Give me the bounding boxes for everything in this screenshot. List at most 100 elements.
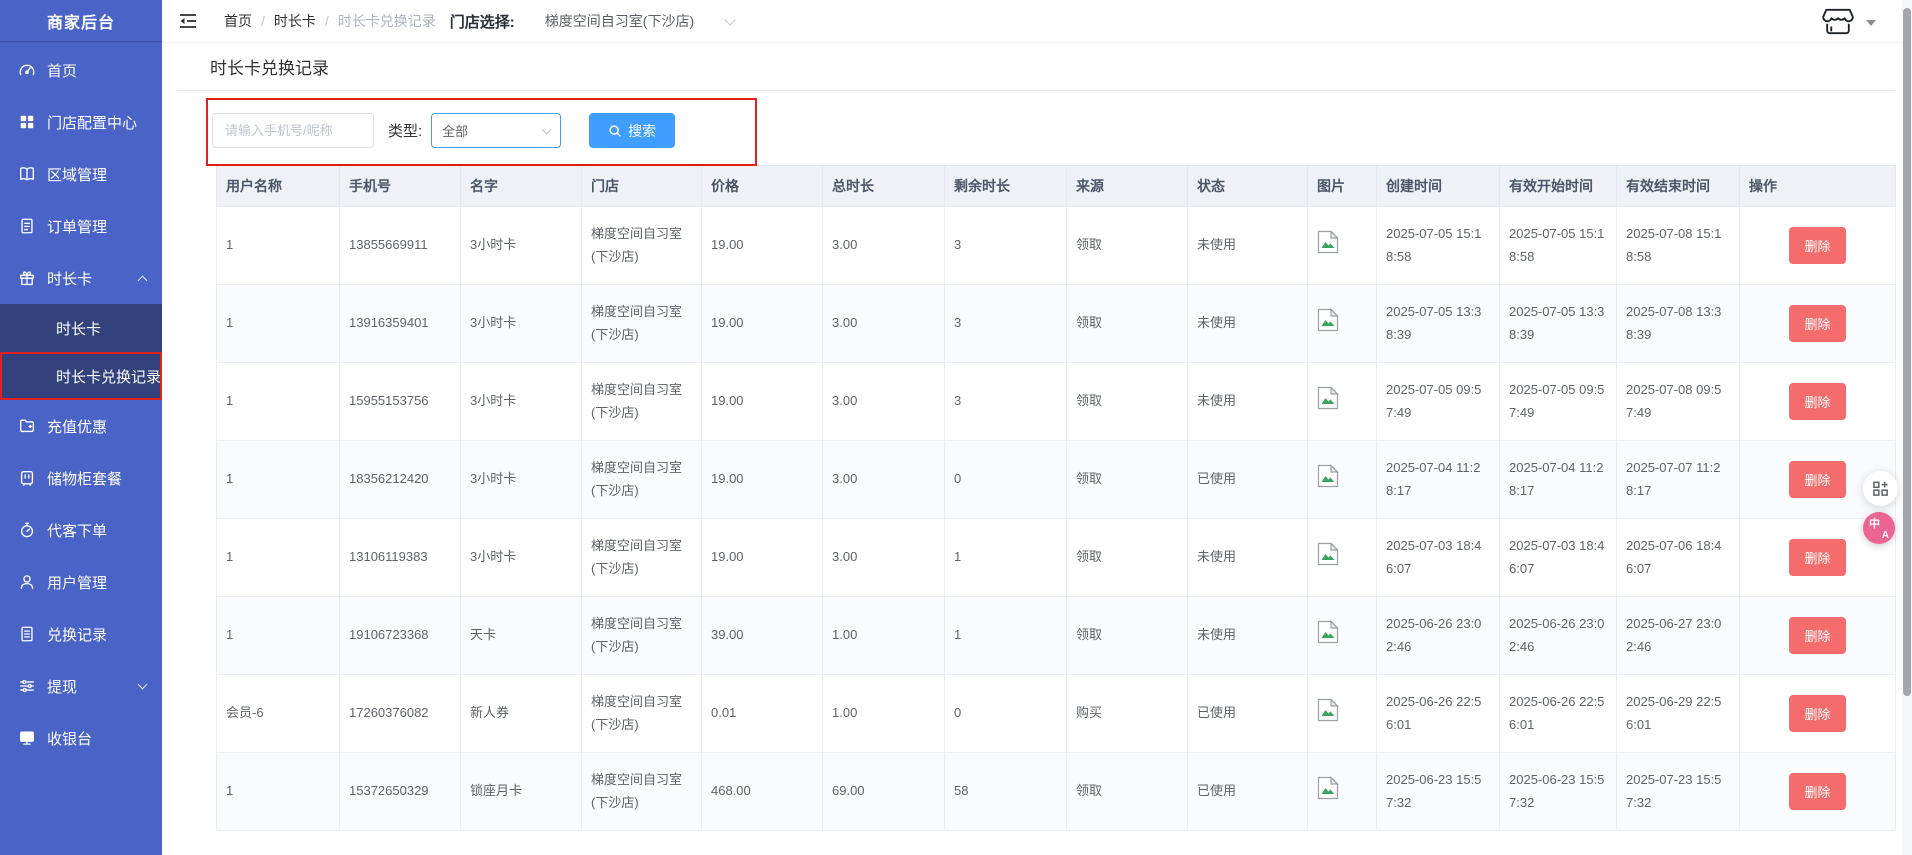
column-header-8: 来源	[1067, 166, 1188, 207]
sidebar-item-1[interactable]: 首页	[0, 44, 162, 96]
sliders-icon	[18, 677, 36, 695]
broken-image-icon	[1317, 308, 1339, 332]
chevron-down-icon	[542, 124, 552, 134]
column-header-6: 总时长	[823, 166, 945, 207]
scrollbar-thumb[interactable]	[1903, 8, 1911, 696]
sidebar: 商家后台 首页 门店配置中心 区域管理 订单管理 时长卡 时长卡时长卡兑换记录 …	[0, 0, 162, 855]
sidebar-menu: 首页 门店配置中心 区域管理 订单管理 时长卡 时长卡时长卡兑换记录 充值优惠 …	[0, 42, 162, 764]
sidebar-item-9[interactable]: 用户管理	[0, 556, 162, 608]
table-row: 1 13106119383 3小时卡 梯度空间自习室(下沙店) 19.00 3.…	[217, 519, 1896, 597]
user-icon	[18, 573, 36, 591]
type-select-dropdown[interactable]: 全部	[431, 113, 561, 148]
column-header-2: 手机号	[340, 166, 461, 207]
sidebar-item-3[interactable]: 区域管理	[0, 148, 162, 200]
search-input[interactable]	[212, 113, 374, 148]
search-icon	[608, 124, 622, 138]
caret-down-icon[interactable]	[1866, 20, 1876, 26]
divider	[177, 90, 1895, 91]
table-row: 1 18356212420 3小时卡 梯度空间自习室(下沙店) 19.00 3.…	[217, 441, 1896, 519]
sidebar-item-10[interactable]: 兑换记录	[0, 608, 162, 660]
breadcrumb-home[interactable]: 首页	[224, 11, 252, 31]
delete-button[interactable]: 删除	[1789, 617, 1845, 654]
delete-button[interactable]: 删除	[1789, 539, 1845, 576]
filter-bar: 类型: 全部 搜索	[212, 113, 675, 148]
column-header-10: 图片	[1308, 166, 1377, 207]
delete-button[interactable]: 删除	[1789, 227, 1845, 264]
table-row: 1 15372650329 锁座月卡 梯度空间自习室(下沙店) 468.00 6…	[217, 753, 1896, 831]
table-row: 1 19106723368 天卡 梯度空间自习室(下沙店) 39.00 1.00…	[217, 597, 1896, 675]
translate-icon: 中	[1869, 515, 1880, 531]
storefront-icon[interactable]	[1820, 6, 1856, 37]
broken-image-icon	[1317, 386, 1339, 410]
status-text: 未使用	[1188, 207, 1308, 285]
locker-icon	[18, 469, 36, 487]
sidebar-item-5[interactable]: 时长卡	[0, 252, 162, 304]
broken-image-icon	[1317, 464, 1339, 488]
search-button[interactable]: 搜索	[589, 113, 675, 148]
broken-image-icon	[1317, 230, 1339, 254]
timer-icon	[18, 521, 36, 539]
status-text: 未使用	[1188, 519, 1308, 597]
translate-widget[interactable]: 中 A	[1863, 512, 1895, 544]
dashboard-icon	[18, 61, 36, 79]
type-select-value: 全部	[442, 121, 468, 140]
table-row: 会员-6 17260376082 新人券 梯度空间自习室(下沙店) 0.01 1…	[217, 675, 1896, 753]
table-row: 1 13855669911 3小时卡 梯度空间自习室(下沙店) 19.00 3.…	[217, 207, 1896, 285]
column-header-7: 剩余时长	[945, 166, 1067, 207]
topbar: 首页 / 时长卡 / 时长卡兑换记录 门店选择: 梯度空间自习室(下沙店)	[162, 0, 1912, 43]
table-row: 1 15955153756 3小时卡 梯度空间自习室(下沙店) 19.00 3.…	[217, 363, 1896, 441]
delete-button[interactable]: 删除	[1789, 305, 1845, 342]
sidebar-item-6[interactable]: 充值优惠	[0, 400, 162, 452]
status-text: 已使用	[1188, 753, 1308, 831]
main-content: 时长卡兑换记录 类型: 全部 搜索 用户名称手机号名字门店价格总时长剩余时长来源…	[162, 43, 1912, 855]
records-table: 用户名称手机号名字门店价格总时长剩余时长来源状态图片创建时间有效开始时间有效结束…	[216, 165, 1896, 831]
column-header-4: 门店	[582, 166, 702, 207]
app-title: 商家后台	[0, 0, 162, 42]
delete-button[interactable]: 删除	[1789, 461, 1845, 498]
delete-button[interactable]: 删除	[1789, 695, 1845, 732]
store-select-dropdown[interactable]: 梯度空间自习室(下沙店)	[545, 11, 735, 31]
broken-image-icon	[1317, 698, 1339, 722]
breadcrumb-timecard[interactable]: 时长卡	[274, 11, 316, 31]
search-button-label: 搜索	[628, 121, 656, 141]
status-text: 未使用	[1188, 597, 1308, 675]
status-text: 未使用	[1188, 363, 1308, 441]
broken-image-icon	[1317, 776, 1339, 800]
apps-grid-icon	[1872, 480, 1889, 497]
collapse-sidebar-icon[interactable]	[178, 13, 198, 29]
column-header-5: 价格	[702, 166, 823, 207]
delete-button[interactable]: 删除	[1789, 773, 1845, 810]
apps-grid-widget[interactable]	[1863, 471, 1898, 506]
chevron-down-icon	[138, 679, 148, 689]
column-header-11: 创建时间	[1377, 166, 1500, 207]
sidebar-subitem-时长卡[interactable]: 时长卡	[0, 304, 162, 352]
status-text: 已使用	[1188, 441, 1308, 519]
column-header-14: 操作	[1740, 166, 1896, 207]
breadcrumb: 首页 / 时长卡 / 时长卡兑换记录	[224, 11, 436, 31]
column-header-1: 用户名称	[217, 166, 340, 207]
document-icon	[18, 217, 36, 235]
page-title: 时长卡兑换记录	[210, 54, 329, 79]
gift-icon	[18, 269, 36, 287]
store-select-value: 梯度空间自习室(下沙店)	[545, 11, 694, 31]
delete-button[interactable]: 删除	[1789, 383, 1845, 420]
sidebar-item-7[interactable]: 储物柜套餐	[0, 452, 162, 504]
sidebar-item-2[interactable]: 门店配置中心	[0, 96, 162, 148]
sidebar-item-11[interactable]: 提现	[0, 660, 162, 712]
sidebar-subitem-时长卡兑换记录[interactable]: 时长卡兑换记录	[0, 352, 162, 400]
chevron-up-icon	[138, 275, 148, 285]
book-icon	[18, 165, 36, 183]
status-text: 未使用	[1188, 285, 1308, 363]
column-header-9: 状态	[1188, 166, 1308, 207]
store-select-label: 门店选择:	[450, 11, 515, 32]
sidebar-item-12[interactable]: 收银台	[0, 712, 162, 764]
type-label: 类型:	[388, 120, 422, 141]
column-header-12: 有效开始时间	[1500, 166, 1617, 207]
broken-image-icon	[1317, 620, 1339, 644]
column-header-3: 名字	[461, 166, 582, 207]
column-header-13: 有效结束时间	[1617, 166, 1740, 207]
sidebar-item-8[interactable]: 代客下单	[0, 504, 162, 556]
broken-image-icon	[1317, 542, 1339, 566]
status-text: 已使用	[1188, 675, 1308, 753]
sidebar-item-4[interactable]: 订单管理	[0, 200, 162, 252]
